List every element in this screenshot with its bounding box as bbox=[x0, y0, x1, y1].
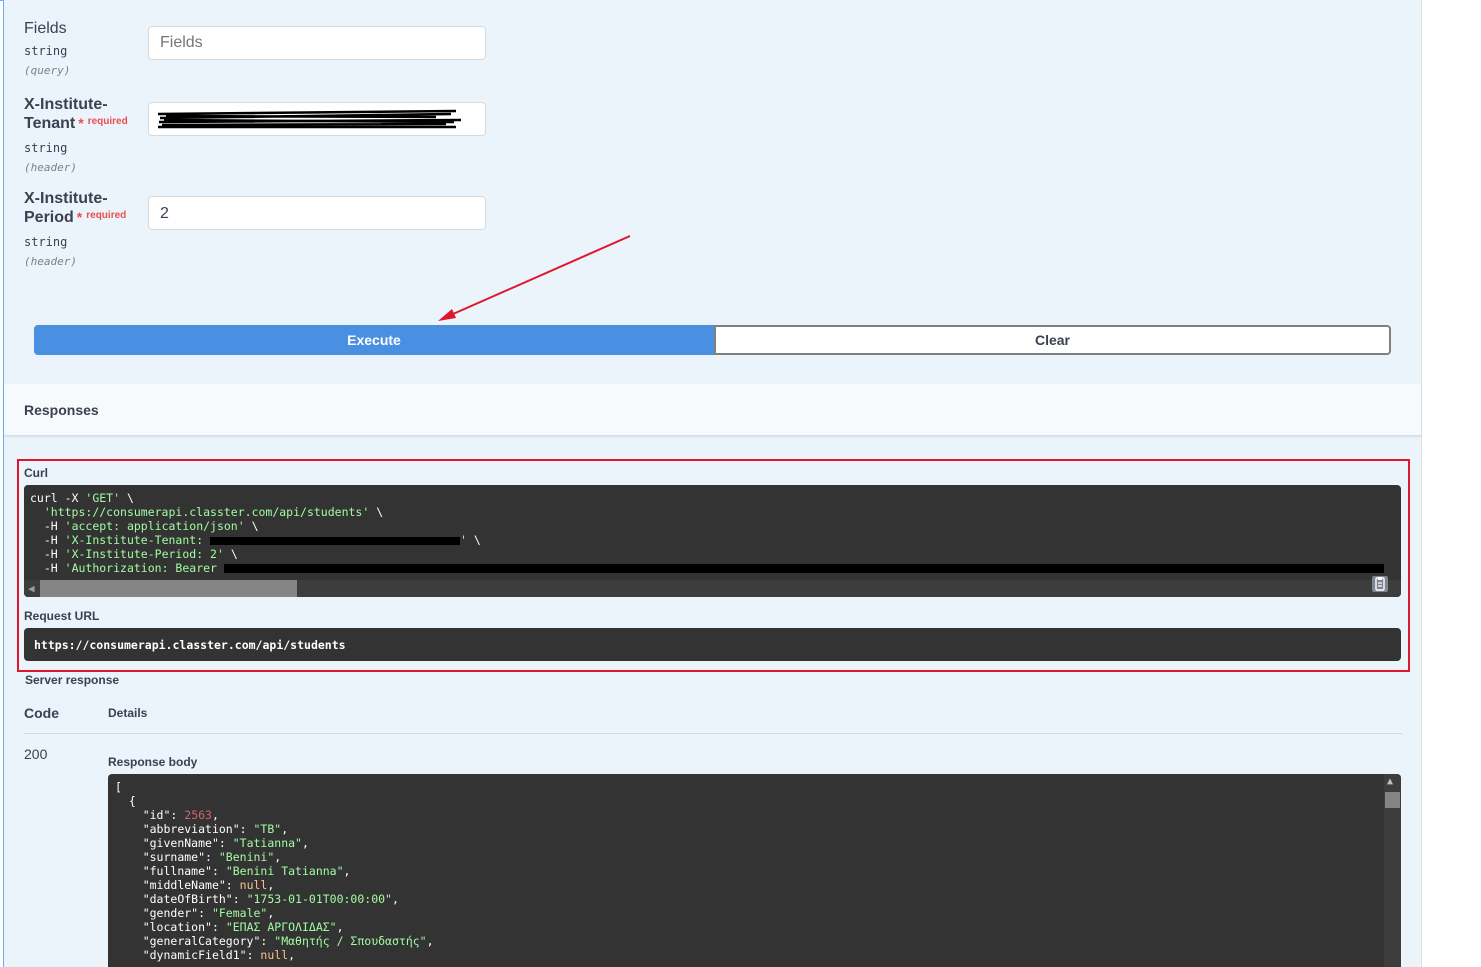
json-value: "Benini" bbox=[218, 850, 275, 864]
param-name-tail: Period bbox=[24, 209, 74, 226]
json-comma: , bbox=[274, 850, 282, 864]
json-field-line: "givenName": "Tatianna", bbox=[115, 836, 1394, 850]
param-location: (query) bbox=[24, 64, 71, 77]
json-field-line: "surname": "Benini", bbox=[115, 850, 1394, 864]
json-value: null bbox=[260, 948, 289, 962]
x-institute-period-input[interactable]: 2 bbox=[148, 196, 486, 230]
param-location: (header) bbox=[24, 161, 77, 174]
json-comma: , bbox=[391, 892, 399, 906]
execute-button-row: Execute Clear bbox=[34, 325, 1391, 355]
json-comma: , bbox=[343, 864, 351, 878]
json-colon: : bbox=[170, 808, 185, 822]
param-type: string bbox=[24, 44, 68, 58]
json-value: "Benini Tatianna" bbox=[225, 864, 344, 878]
json-fields: "id": 2563, "abbreviation": "TB", "given… bbox=[115, 808, 1394, 962]
param-type: string bbox=[24, 235, 68, 249]
json-colon: : bbox=[232, 892, 247, 906]
json-colon: : bbox=[260, 934, 275, 948]
param-x-institute-tenant: X-Institute- Tenant * required string (hea… bbox=[24, 96, 128, 174]
right-gutter bbox=[1421, 0, 1481, 967]
redaction-scribble bbox=[157, 109, 462, 129]
param-location: (header) bbox=[24, 255, 77, 268]
json-value: "Μαθητής / Σπουδαστής" bbox=[274, 934, 427, 948]
required-star: * bbox=[78, 115, 84, 131]
required-label: required bbox=[86, 210, 127, 221]
json-colon: : bbox=[246, 948, 261, 962]
scroll-up-icon[interactable]: ▲ bbox=[1387, 775, 1393, 789]
json-key: "dynamicField1" bbox=[142, 948, 247, 962]
json-value: "1753-01-01T00:00:00" bbox=[246, 892, 392, 906]
json-key: "surname" bbox=[142, 850, 206, 864]
json-field-line: "generalCategory": "Μαθητής / Σπουδαστής… bbox=[115, 934, 1394, 948]
json-field-line: "location": "ΕΠΑΣ ΑΡΓΟΛΙΔΑΣ", bbox=[115, 920, 1394, 934]
json-key: "dateOfBirth" bbox=[142, 892, 233, 906]
json-colon: : bbox=[205, 850, 219, 864]
param-name: X-Institute- bbox=[24, 96, 108, 113]
json-value: 2563 bbox=[184, 808, 212, 822]
param-name: X-Institute- bbox=[24, 190, 108, 207]
json-colon: : bbox=[198, 906, 212, 920]
json-brace: { bbox=[128, 794, 136, 808]
json-value: "ΕΠΑΣ ΑΡΓΟΛΙΔΑΣ" bbox=[225, 920, 337, 934]
json-key: "givenName" bbox=[142, 836, 219, 850]
json-key: "gender" bbox=[142, 906, 199, 920]
json-comma: , bbox=[281, 822, 289, 836]
json-key: "middleName" bbox=[142, 878, 226, 892]
json-field-line: "dateOfBirth": "1753-01-01T00:00:00", bbox=[115, 892, 1394, 906]
json-colon: : bbox=[218, 836, 233, 850]
json-colon: : bbox=[211, 920, 226, 934]
json-key: "fullname" bbox=[142, 864, 212, 878]
column-details: Details bbox=[108, 706, 148, 720]
json-key: "location" bbox=[142, 920, 212, 934]
json-field-line: "fullname": "Benini Tatianna", bbox=[115, 864, 1394, 878]
json-key: "id" bbox=[142, 808, 171, 822]
json-comma: , bbox=[336, 920, 344, 934]
param-name-tail: Tenant bbox=[24, 115, 76, 132]
json-comma: , bbox=[267, 906, 275, 920]
json-line: [ bbox=[115, 780, 122, 794]
json-value: null bbox=[239, 878, 268, 892]
responses-title: Responses bbox=[24, 402, 99, 418]
response-body-label: Response body bbox=[108, 755, 198, 769]
json-field-line: "dynamicField1": null, bbox=[115, 948, 1394, 962]
json-colon: : bbox=[239, 822, 254, 836]
json-value: "TB" bbox=[253, 822, 282, 836]
param-name-line2: Tenant * required bbox=[24, 114, 128, 135]
json-field-line: "abbreviation": "TB", bbox=[115, 822, 1394, 836]
scrollbar-thumb[interactable] bbox=[1385, 792, 1400, 808]
annotation-highlight-box bbox=[17, 459, 1410, 672]
response-body-block[interactable]: [ { "id": 2563, "abbreviation": "TB", "g… bbox=[108, 774, 1401, 967]
json-comma: , bbox=[267, 878, 275, 892]
clear-button[interactable]: Clear bbox=[714, 325, 1391, 355]
json-colon: : bbox=[225, 878, 240, 892]
json-comma: , bbox=[211, 808, 219, 822]
json-field-line: "id": 2563, bbox=[115, 808, 1394, 822]
param-x-institute-period: X-Institute- Period * required string (hea… bbox=[24, 190, 126, 268]
json-line: { bbox=[115, 794, 1394, 808]
responses-header: Responses bbox=[4, 384, 1421, 436]
vertical-scrollbar[interactable]: ▲ bbox=[1384, 774, 1401, 967]
execute-button[interactable]: Execute bbox=[34, 325, 714, 355]
fields-input[interactable] bbox=[148, 26, 486, 60]
param-name-line2: Period * required bbox=[24, 208, 126, 229]
json-key: "generalCategory" bbox=[142, 934, 261, 948]
param-name: Fields bbox=[24, 20, 67, 37]
json-colon: : bbox=[211, 864, 226, 878]
json-key: "abbreviation" bbox=[142, 822, 240, 836]
table-divider bbox=[24, 733, 1402, 734]
required-star: * bbox=[76, 209, 83, 225]
column-code: Code bbox=[24, 705, 59, 721]
json-comma: , bbox=[301, 836, 309, 850]
response-status-code: 200 bbox=[24, 746, 48, 762]
json-comma: , bbox=[288, 948, 296, 962]
json-value: "Tatianna" bbox=[232, 836, 302, 850]
server-response-label: Server response bbox=[25, 673, 120, 687]
json-field-line: "middleName": null, bbox=[115, 878, 1394, 892]
param-type: string bbox=[24, 141, 68, 155]
json-field-line: "gender": "Female", bbox=[115, 906, 1394, 920]
required-label: required bbox=[87, 116, 128, 127]
json-comma: , bbox=[426, 934, 434, 948]
param-fields: Fields string (query) bbox=[24, 20, 70, 77]
json-value: "Female" bbox=[211, 906, 268, 920]
